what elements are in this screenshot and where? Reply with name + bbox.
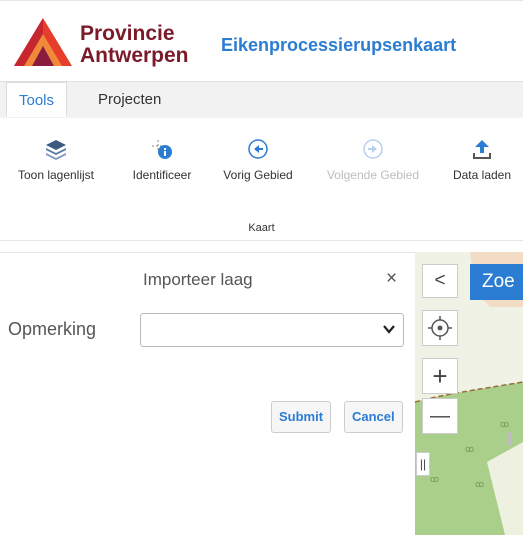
app-header: Provincie Antwerpen Eikenprocessierupsen…	[0, 0, 523, 81]
panel-title: Importeer laag	[143, 270, 253, 289]
tab-bar: Tools Projecten	[0, 81, 523, 119]
provincie-antwerpen-logo	[14, 18, 72, 66]
identificeer-button[interactable]: Identificeer	[122, 138, 202, 182]
map-view[interactable]: ꝏ ꝏ ꝏ ꝏ ꝏ < Zoe + — ||	[415, 252, 523, 535]
svg-text:ꝏ: ꝏ	[475, 479, 484, 489]
data-laden-button[interactable]: Data laden	[446, 138, 518, 182]
ribbon-toolbar: Toon lagenlijst Identificeer Vorig Gebie…	[0, 118, 523, 241]
tab-projecten[interactable]: Projecten	[86, 82, 173, 118]
submit-button[interactable]: Submit	[271, 401, 332, 433]
identificeer-label: Identificeer	[132, 168, 192, 182]
brand-name-line1: Provincie	[80, 22, 175, 45]
opmerking-select[interactable]	[140, 313, 404, 347]
ribbon-group-label: Kaart	[248, 222, 275, 234]
vorig-gebied-button[interactable]: Vorig Gebied	[215, 138, 301, 182]
upload-icon	[473, 140, 491, 159]
data-laden-label: Data laden	[452, 168, 512, 182]
toon-lagenlijst-button[interactable]: Toon lagenlijst	[8, 138, 104, 182]
svg-text:ꝏ: ꝏ	[500, 419, 509, 429]
toon-lagenlijst-label: Toon lagenlijst	[17, 168, 95, 182]
locate-button[interactable]	[422, 310, 458, 346]
info-crosshair-icon	[152, 140, 172, 159]
vorig-gebied-label: Vorig Gebied	[223, 168, 293, 182]
panel-resize-handle[interactable]: ||	[416, 452, 430, 476]
arrow-left-circle-icon	[248, 139, 268, 159]
svg-text:ꝏ: ꝏ	[430, 474, 439, 484]
brand-name-line2: Antwerpen	[80, 44, 189, 67]
tab-tools[interactable]: Tools	[6, 82, 68, 117]
volgende-gebied-button[interactable]: Volgende Gebied	[318, 138, 428, 182]
svg-text:ꝏ: ꝏ	[465, 444, 474, 454]
zoom-out-button[interactable]: —	[422, 398, 458, 434]
search-button[interactable]: Zoe	[470, 264, 523, 300]
close-icon[interactable]: ×	[386, 268, 397, 290]
chevron-down-icon	[383, 325, 395, 334]
import-layer-panel: Importeer laag × Opmerking Submit Cancel	[0, 252, 415, 536]
collapse-panel-button[interactable]: <	[422, 264, 458, 298]
arrow-right-circle-icon	[363, 139, 383, 159]
locate-crosshair-icon	[428, 316, 452, 340]
cancel-button[interactable]: Cancel	[344, 401, 403, 433]
zoom-in-button[interactable]: +	[422, 358, 458, 394]
layers-icon	[46, 140, 66, 160]
app-title: Eikenprocessierupsenkaart	[221, 35, 457, 55]
opmerking-label: Opmerking	[8, 319, 97, 339]
volgende-gebied-label: Volgende Gebied	[326, 168, 420, 182]
